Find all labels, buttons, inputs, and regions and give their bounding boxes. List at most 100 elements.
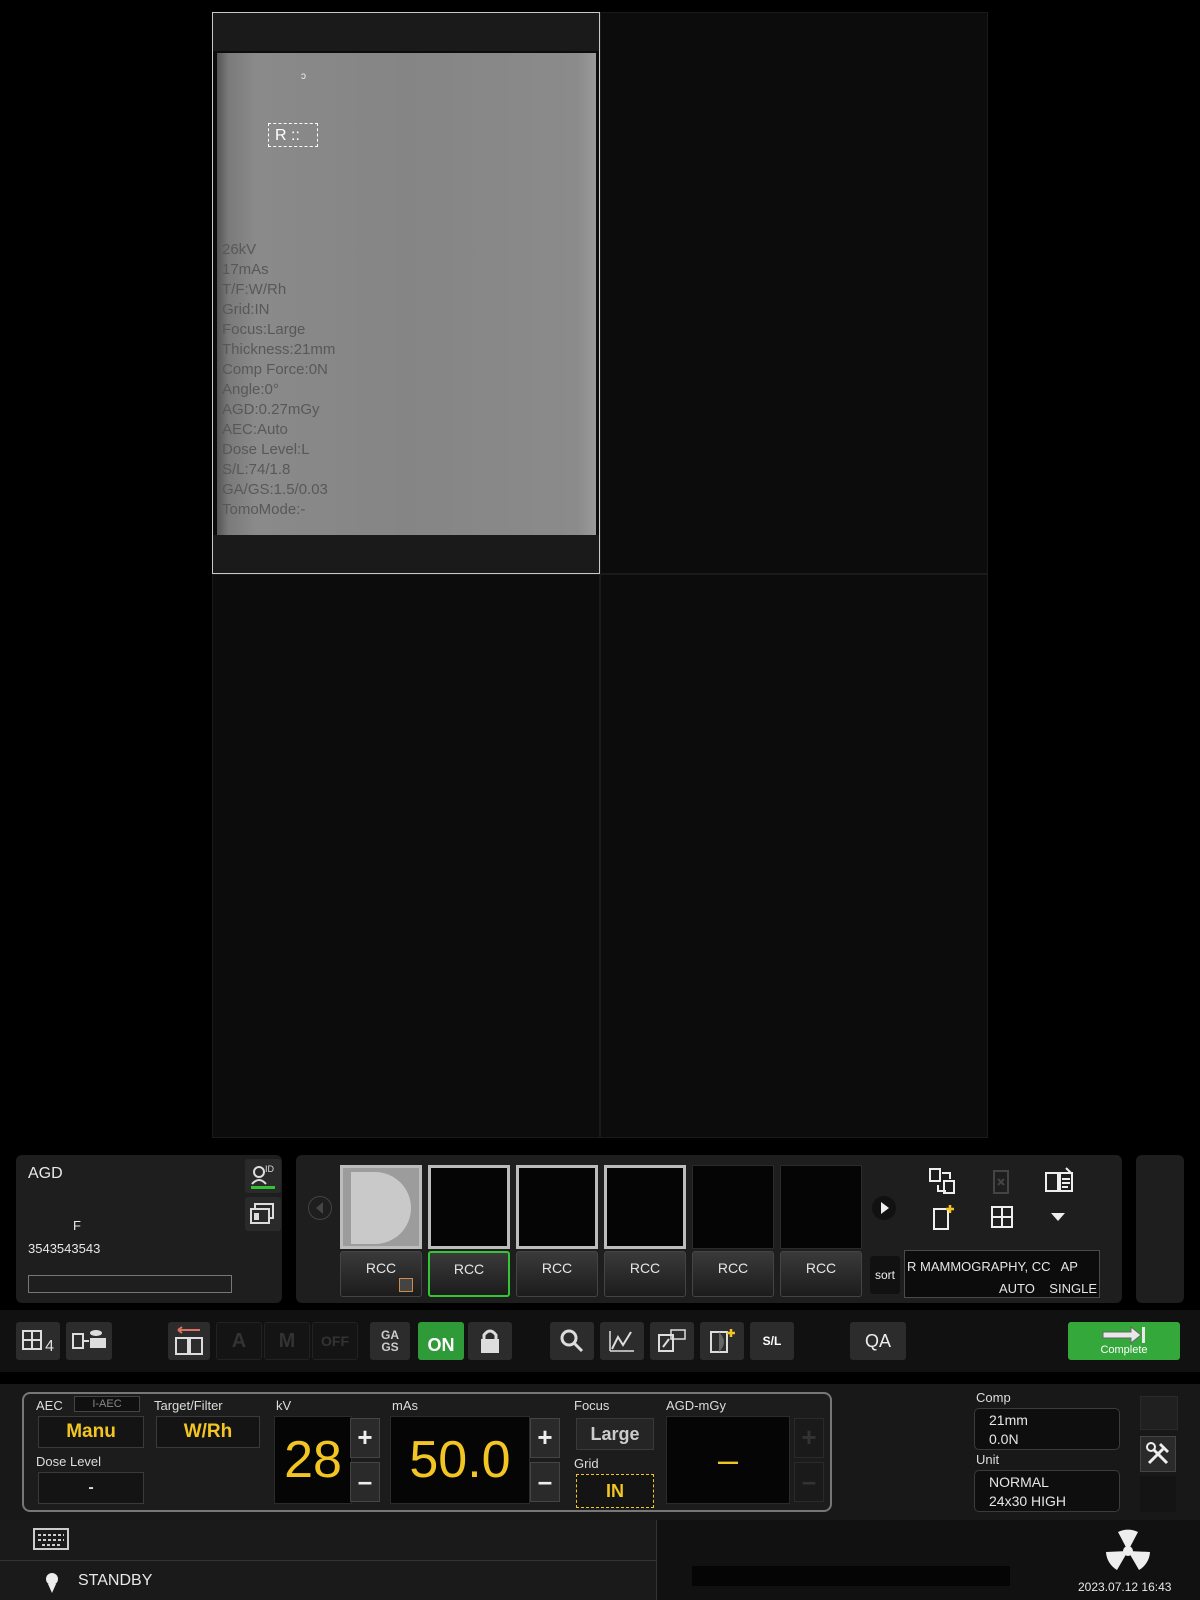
i-aec-button[interactable]: I-AEC [74,1396,140,1412]
mammogram-image[interactable]: ↄ R :: 26kV 17mAs T/F:W/Rh Grid:IN Focus… [217,53,596,536]
side-empty-panel [1136,1155,1184,1303]
thumbnail-2[interactable]: RCC [428,1165,510,1299]
swap-images-button[interactable] [926,1165,960,1199]
patient-id-button[interactable]: ID [245,1159,281,1193]
agd-label: AGD [28,1165,63,1182]
play-icon [881,1202,889,1214]
kv-increase-button[interactable]: + [350,1418,380,1458]
overlay-line: 26kV [222,241,257,258]
mas-increase-button[interactable]: + [530,1418,560,1458]
thumbnail-status-icon [399,1278,413,1292]
flip-lr-button[interactable] [650,1322,694,1360]
unit-label: Unit [976,1452,1000,1467]
auto-on-button[interactable]: ON [418,1322,464,1360]
edit-sheet-button[interactable] [1042,1165,1076,1199]
unit-mode: NORMAL [989,1474,1049,1490]
more-dropdown-button[interactable] [1042,1201,1074,1233]
thumbnail-image [340,1165,422,1249]
grid-icon [991,1206,1013,1228]
exposure-panel: AEC I-AEC Manu Target/Filter W/Rh Dose L… [22,1392,832,1512]
image-cell-1[interactable]: ↄ R :: 26kV 17mAs T/F:W/Rh Grid:IN Focus… [212,12,600,574]
qa-button[interactable]: QA [850,1322,906,1360]
dose-level-button[interactable]: - [38,1472,144,1504]
zoom-button[interactable] [550,1322,594,1360]
thumbnail-5[interactable]: RCC [692,1165,774,1299]
thumbnail-image [780,1165,862,1249]
grid-button[interactable]: IN [576,1474,654,1508]
agd-increase-button[interactable]: + [794,1418,824,1458]
off-label: OFF [321,1333,349,1349]
transfer-icon [175,1326,203,1355]
add-image-icon [933,1205,954,1230]
breast-add-icon [710,1329,735,1353]
complete-label: Complete [1100,1344,1148,1356]
lock-button[interactable] [468,1322,512,1360]
status-text: STANDBY [78,1572,153,1589]
thumbnail-3[interactable]: RCC [516,1165,598,1299]
agd-mgy-label: AGD-mGy [666,1398,726,1413]
window-level-button[interactable] [600,1322,644,1360]
image-delete-icon [993,1170,1009,1194]
arrow-right-icon [1102,1326,1145,1344]
indicator-lamp-2 [1140,1476,1176,1512]
transfer-button[interactable] [168,1322,210,1360]
mas-decrease-button[interactable]: – [530,1462,560,1502]
kv-label: kV [276,1398,292,1413]
auto-mode-button[interactable]: A [216,1322,262,1360]
layout-4-button[interactable]: 4 [16,1322,60,1360]
keyboard-button[interactable] [32,1526,70,1552]
aec-mode-button[interactable]: Manu [38,1416,144,1448]
complete-button[interactable]: Complete [1068,1322,1180,1360]
compression-panel: Comp 21mm 0.0N Unit NORMAL 24x30 HIGH [964,1388,1140,1512]
kv-decrease-button[interactable]: – [350,1462,380,1502]
sort-label: sort [874,1268,895,1282]
manual-label: M [278,1329,296,1352]
add-view-button[interactable] [700,1322,744,1360]
image-cell-2[interactable] [600,12,988,574]
thumbnail-1[interactable]: RCC [340,1165,422,1299]
delete-image-button[interactable] [986,1167,1016,1197]
tools-button[interactable] [1140,1436,1176,1472]
magnifier-icon [560,1329,584,1353]
layout-count: 4 [45,1338,54,1355]
thumbnail-panel: RCC RCC RCC RCC RCC RCC sort R MAMMOGRAP… [296,1155,1122,1303]
patient-comment-field[interactable] [28,1275,232,1293]
auto-label: A [231,1329,247,1352]
patient-info-button[interactable] [245,1197,281,1231]
thumbnail-6[interactable]: RCC [780,1165,862,1299]
cell-footer-strip [213,535,599,573]
thumb-next-button[interactable] [872,1196,896,1220]
print-send-button[interactable] [66,1322,112,1360]
status-progress-bar [692,1566,1010,1586]
add-image-button[interactable] [928,1201,960,1233]
focus-button[interactable]: Large [576,1418,654,1450]
focus-label: Focus [574,1398,610,1413]
patient-id: 3543543543 [28,1241,101,1256]
aec-label: AEC [36,1398,63,1413]
agd-decrease-button[interactable]: – [794,1462,824,1502]
sort-button[interactable]: sort [870,1256,900,1294]
datetime: 2023.07.12 16:43 [1078,1580,1172,1594]
overlay-line: AGD:0.27mGy [222,401,320,418]
comp-info-box: 21mm 0.0N [974,1408,1120,1450]
sl-button[interactable]: S/L [750,1322,794,1360]
protocol-box: R MAMMOGRAPHY, CC AP AUTO SINGLE [904,1250,1100,1298]
overlay-line: GA/GS:1.5/0.03 [222,481,328,498]
target-filter-button[interactable]: W/Rh [156,1416,260,1448]
image-cell-4[interactable] [600,574,988,1138]
off-mode-button[interactable]: OFF [312,1322,358,1360]
manual-mode-button[interactable]: M [264,1322,310,1360]
chevron-down-icon [1051,1213,1065,1221]
image-cell-3[interactable] [212,574,600,1138]
image-viewport[interactable]: ↄ R :: 26kV 17mAs T/F:W/Rh Grid:IN Focus… [212,12,988,1138]
ga-gs-button[interactable]: GA GS [370,1322,410,1360]
thumb-prev-button[interactable] [308,1196,332,1220]
status-area: STANDBY 2023.07.12 16:43 [0,1520,1200,1600]
overlay-line: 17mAs [222,261,269,278]
layout-grid-button[interactable] [986,1201,1018,1233]
thumbnail-4[interactable]: RCC [604,1165,686,1299]
patient-sex: F [73,1218,81,1233]
overlay-line: S/L:74/1.8 [222,461,291,478]
mas-label: mAs [392,1398,418,1413]
comp-force: 0.0N [989,1431,1019,1447]
